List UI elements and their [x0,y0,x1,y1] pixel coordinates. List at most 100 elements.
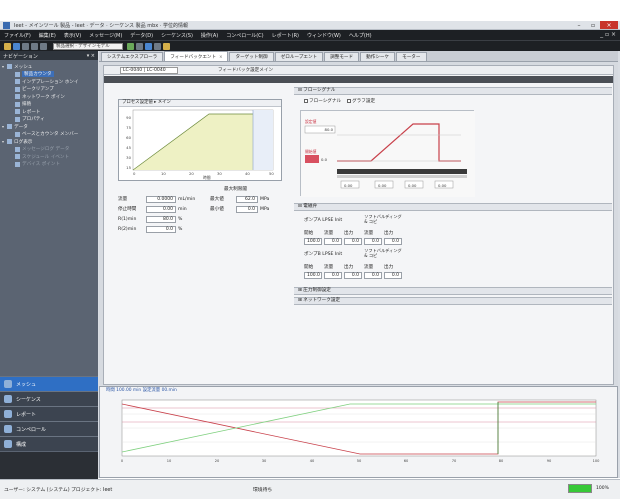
grid-input[interactable]: 0.0 [384,271,402,279]
pressure-section[interactable]: ⊞ 圧力制御設定 [294,287,612,295]
tree-item[interactable]: ネットワーク ポイン [2,93,96,101]
grid-input[interactable]: 0.0 [324,237,342,245]
tree-item[interactable]: レポート [2,108,96,116]
x-tick: 100 [593,459,601,463]
menu-help[interactable]: ヘルプ(H) [349,32,372,39]
signal-checkbox[interactable] [304,99,308,103]
network-section[interactable]: ⊞ ネットワーク設定 [294,297,612,305]
tree-item[interactable]: デバイス ポイント [2,161,96,169]
expand-icon[interactable]: ▾ [2,64,6,69]
redo-icon[interactable] [40,42,47,50]
stop-icon[interactable] [136,42,143,50]
nav-button-report[interactable]: レポート [0,406,98,421]
menu-file[interactable]: ファイル(F) [4,32,31,39]
nav-button-mesh[interactable]: メッシュ [0,376,98,391]
tab-zero-loop[interactable]: ゼロループエント [274,52,324,61]
tab-close-icon[interactable]: × [219,54,222,59]
grid-input[interactable]: 100.0 [304,271,322,279]
lower-input[interactable]: 0.0 [236,205,258,213]
tree-item[interactable]: スケジュール イベント [2,153,96,161]
r1-row: R(1)min 80.0 % [118,215,182,223]
tree-item-label: レポート [22,109,41,115]
flow-signal-section[interactable]: ⊟ フローシグナル [294,87,612,95]
menu-operation[interactable]: 操作(A) [201,32,218,39]
menu-window[interactable]: ウィンドウ(W) [307,32,341,39]
tab-adjust-mode[interactable]: 調整モード [324,52,360,61]
settings-icon[interactable] [145,42,152,50]
tree-item-label: ログ表示 [14,139,33,145]
solenoid-section[interactable]: ⊟ 電磁弁 [294,203,612,211]
x-tick: 80 [499,459,504,463]
tab-motor[interactable]: モーター [396,52,427,61]
menu-control[interactable]: コンペロール(C) [226,32,263,39]
menu-view[interactable]: 表示(V) [64,32,81,39]
pump-b-note: ソフトバルディング & コピ [364,248,402,258]
tree-item[interactable]: ピークリアンプ [2,86,96,94]
tree-item[interactable]: プロパティ [2,116,96,124]
undo-icon[interactable] [31,42,38,50]
sidebar-title: ナビゲーション [3,54,38,60]
nav-button-config[interactable]: 構成 [0,436,98,451]
tree-item[interactable]: ▾ メッシュ [2,63,96,71]
tree-item[interactable]: 排熱 [2,101,96,109]
r2-input[interactable]: 0.0 [146,225,176,233]
sidebar-pin-icon[interactable]: ▾ × [87,53,95,59]
upper-unit: MPa [260,196,270,202]
grid-input[interactable]: 100.0 [304,237,322,245]
toolbar: 製品選択 · デザインモデル [0,40,620,51]
tree-item[interactable]: 製品カウンタ [2,71,96,79]
menu-message[interactable]: メッセージ(M) [89,32,122,39]
feedback-panel: LC-0040 | LC-0040 フィードバック設定メイン プロセス設定値 ▸… [103,65,614,385]
nav-button-control[interactable]: コンペロール [0,421,98,436]
folder-icon [7,124,12,130]
tree-item[interactable]: ベースとカウンタ メンバー [2,131,96,139]
flow-input[interactable]: 0.0000 [146,195,176,203]
tab-operation-sequence[interactable]: 動作シーケ [360,52,396,61]
minimize-icon[interactable]: – [572,21,586,29]
chart-icon[interactable] [154,42,161,50]
status-progress [568,484,592,493]
grid-input[interactable]: 0.0 [364,237,382,245]
nav-button-sequence[interactable]: シーケンス [0,391,98,406]
tree-item-label: インデプレーション ホンイ [22,79,79,85]
stop-time-input[interactable]: 0.00 [146,205,176,213]
mdi-controls[interactable]: _ ▫ × [600,31,616,38]
lower-unit: MPa [260,206,270,212]
run-icon[interactable] [127,42,134,50]
tab-target-control[interactable]: ターゲット制御 [229,52,274,61]
expand-icon[interactable]: ▾ [2,124,6,129]
mid-label: 開始値 [305,149,317,154]
tab-system-explorer[interactable]: システムエクスプローラ [101,52,164,61]
folder-icon[interactable] [163,42,170,50]
r2-label: R(2)min [118,226,137,232]
grid-input[interactable]: 0.0 [364,271,382,279]
open-icon[interactable] [4,42,11,50]
upper-input[interactable]: 62.0 [236,195,258,203]
print-icon[interactable] [22,42,29,50]
zoom-level[interactable]: 100% [596,486,609,491]
save-icon[interactable] [13,42,20,50]
tree-item[interactable]: ▾ データ [2,123,96,131]
id-field[interactable]: LC-0040 | LC-0040 [120,66,178,74]
tab-feedback[interactable]: フィードバックエント × [164,51,229,61]
x-axis-label: 時間 [203,175,211,180]
menu-report[interactable]: レポート(R) [272,32,299,39]
maximize-icon[interactable]: ▫ [586,21,600,29]
grid-input[interactable]: 0.0 [344,271,362,279]
nav-label: シーケンス [16,396,41,403]
r1-input[interactable]: 80.0 [146,215,176,223]
project-select[interactable]: 製品選択 · デザインモデル [53,42,123,50]
tree-item[interactable]: インデプレーション ホンイ [2,78,96,86]
expand-icon[interactable]: ▾ [2,139,6,144]
menu-edit[interactable]: 編集(E) [39,32,56,39]
menu-sequence[interactable]: シーケンス(S) [161,32,193,39]
tree-item[interactable]: ▾ ログ表示 [2,138,96,146]
menu-data[interactable]: データ(D) [130,32,153,39]
app-icon [3,22,10,29]
graph-checkbox[interactable] [347,99,352,103]
tree-item[interactable]: メッセージログ データ [2,146,96,154]
close-icon[interactable]: × [600,21,618,29]
grid-input[interactable]: 0.0 [344,237,362,245]
grid-input[interactable]: 0.0 [384,237,402,245]
grid-input[interactable]: 0.0 [324,271,342,279]
